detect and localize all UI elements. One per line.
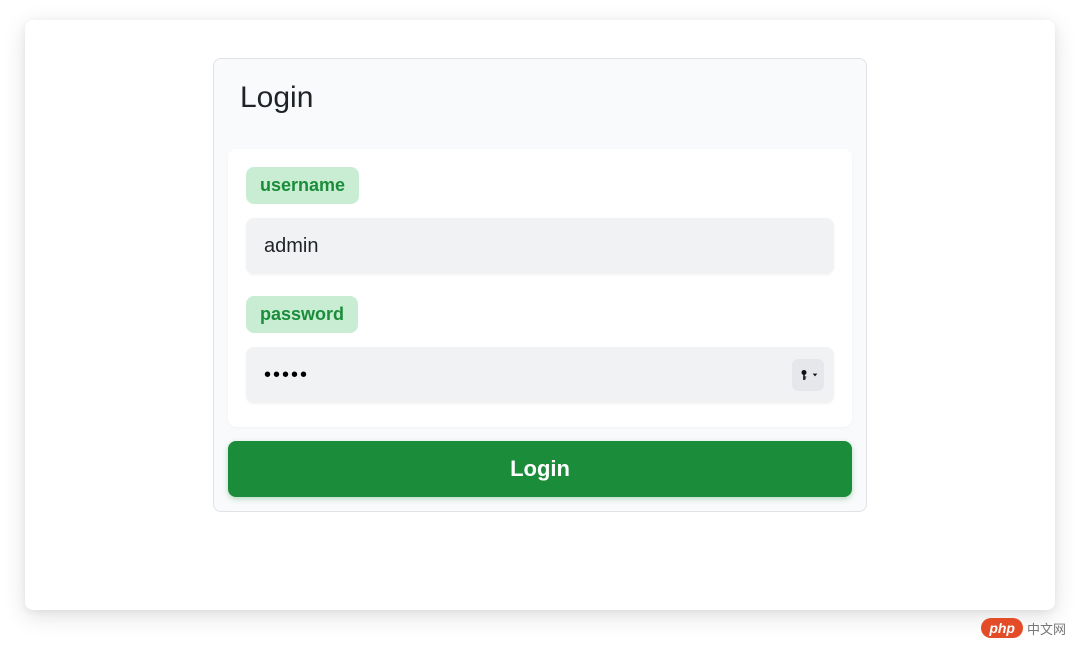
password-group: password bbox=[246, 296, 834, 403]
watermark-badge: php bbox=[981, 618, 1023, 638]
login-form-card: username password bbox=[228, 149, 852, 427]
key-icon bbox=[798, 368, 810, 382]
login-button[interactable]: Login bbox=[228, 441, 852, 497]
watermark-text: 中文网 bbox=[1027, 619, 1066, 638]
username-input[interactable] bbox=[246, 218, 834, 274]
password-wrapper bbox=[246, 347, 834, 403]
username-group: username bbox=[246, 167, 834, 274]
panel-title: Login bbox=[240, 81, 840, 115]
password-input[interactable] bbox=[246, 347, 834, 403]
username-label: username bbox=[246, 167, 359, 204]
password-label: password bbox=[246, 296, 358, 333]
chevron-down-icon bbox=[811, 371, 819, 379]
panel-header: Login bbox=[214, 59, 866, 149]
watermark: php 中文网 bbox=[981, 618, 1066, 638]
password-key-dropdown[interactable] bbox=[792, 359, 824, 391]
login-panel: Login username password bbox=[213, 58, 867, 512]
page-card: Login username password bbox=[25, 20, 1055, 610]
